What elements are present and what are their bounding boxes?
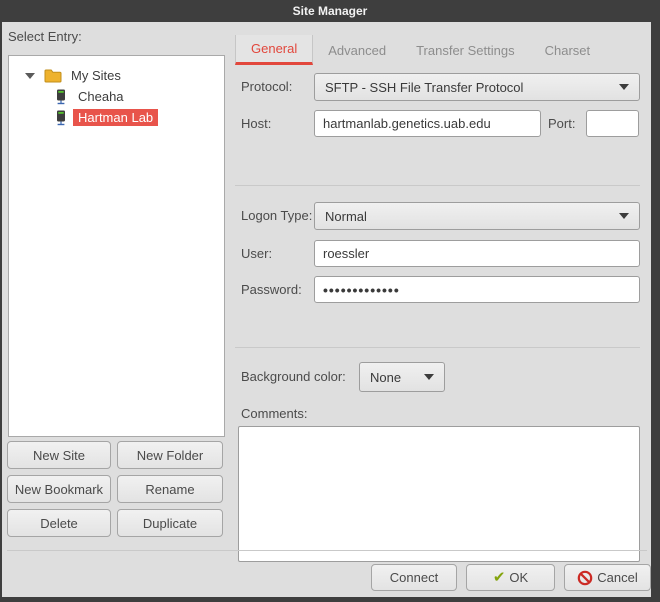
window-title: Site Manager xyxy=(293,4,368,18)
separator xyxy=(235,347,640,348)
logon-type-label: Logon Type: xyxy=(241,202,312,230)
expander-icon[interactable] xyxy=(25,73,35,79)
check-icon: ✔ xyxy=(493,570,506,585)
background-color-label: Background color: xyxy=(241,362,346,392)
ok-button[interactable]: ✔ OK xyxy=(466,564,555,591)
new-bookmark-button[interactable]: New Bookmark xyxy=(7,475,111,503)
comments-label: Comments: xyxy=(241,406,307,421)
password-label: Password: xyxy=(241,276,302,303)
connect-label: Connect xyxy=(390,570,438,585)
separator xyxy=(235,185,640,186)
folder-icon xyxy=(44,69,62,83)
select-entry-label: Select Entry: xyxy=(8,29,82,44)
comments-textarea[interactable] xyxy=(238,426,640,562)
tree-item-my-sites[interactable]: My Sites xyxy=(9,65,224,86)
duplicate-button[interactable]: Duplicate xyxy=(117,509,223,537)
password-input[interactable] xyxy=(314,276,640,303)
site-manager-window: Site Manager Select Entry: My Sites xyxy=(0,0,660,602)
logon-type-value: Normal xyxy=(325,209,367,224)
new-folder-button[interactable]: New Folder xyxy=(117,441,223,469)
tab-advanced[interactable]: Advanced xyxy=(313,37,401,65)
site-tree[interactable]: My Sites Cheaha xyxy=(8,55,225,437)
host-label: Host: xyxy=(241,110,271,137)
separator xyxy=(7,550,647,551)
tree-item-label: Cheaha xyxy=(73,88,129,105)
host-input[interactable] xyxy=(314,110,541,137)
connect-button[interactable]: Connect xyxy=(371,564,457,591)
rename-button[interactable]: Rename xyxy=(117,475,223,503)
protocol-value: SFTP - SSH File Transfer Protocol xyxy=(325,80,523,95)
logon-type-select[interactable]: Normal xyxy=(314,202,640,230)
titlebar[interactable]: Site Manager xyxy=(0,0,660,22)
chevron-down-icon xyxy=(619,84,629,90)
cancel-button[interactable]: Cancel xyxy=(564,564,651,591)
tab-charset[interactable]: Charset xyxy=(530,37,606,65)
tab-bar: General Advanced Transfer Settings Chars… xyxy=(235,35,605,65)
server-icon xyxy=(55,110,67,126)
tree-item-cheaha[interactable]: Cheaha xyxy=(9,86,224,107)
delete-button[interactable]: Delete xyxy=(7,509,111,537)
server-icon xyxy=(55,89,67,105)
tab-general[interactable]: General xyxy=(235,35,313,65)
tree-item-label: Hartman Lab xyxy=(73,109,158,126)
tree-item-hartman-lab[interactable]: Hartman Lab xyxy=(9,107,224,128)
tab-transfer-settings[interactable]: Transfer Settings xyxy=(401,37,530,65)
user-input[interactable] xyxy=(314,240,640,267)
dialog-content: Select Entry: My Sites xyxy=(2,22,651,597)
tree-item-label: My Sites xyxy=(66,67,126,84)
background-color-value: None xyxy=(370,370,401,385)
user-label: User: xyxy=(241,240,272,267)
ok-label: OK xyxy=(509,570,528,585)
chevron-down-icon xyxy=(619,213,629,219)
protocol-label: Protocol: xyxy=(241,73,292,101)
cancel-label: Cancel xyxy=(597,570,637,585)
protocol-select[interactable]: SFTP - SSH File Transfer Protocol xyxy=(314,73,640,101)
background-color-select[interactable]: None xyxy=(359,362,445,392)
port-input[interactable] xyxy=(586,110,639,137)
no-entry-icon xyxy=(577,570,593,586)
port-label: Port: xyxy=(548,110,575,137)
chevron-down-icon xyxy=(424,374,434,380)
new-site-button[interactable]: New Site xyxy=(7,441,111,469)
